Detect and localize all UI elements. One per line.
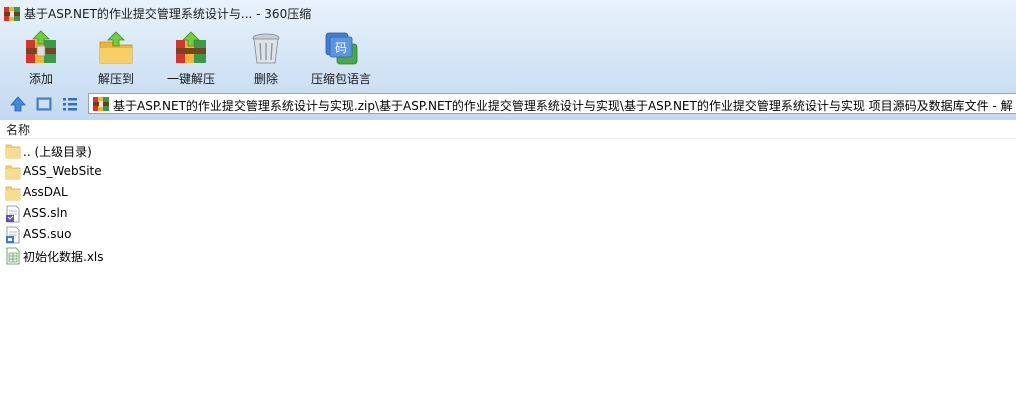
one-click-extract-button[interactable]: 一键解压 <box>155 26 227 90</box>
delete-button-label: 删除 <box>253 72 278 86</box>
archive-icon <box>93 97 109 111</box>
archive-language-button[interactable]: 码 压缩包语言 <box>305 26 377 90</box>
list-view-icon[interactable] <box>61 95 79 113</box>
extract-to-button-label: 解压到 <box>97 72 134 86</box>
archive-language-button-label: 压缩包语言 <box>310 72 371 86</box>
toolbar: 添加 解压到 一键解压 删除 码 压缩包语言 <box>0 26 1016 90</box>
folder-icon <box>5 165 21 180</box>
list-item-parent-directory[interactable]: .. (上级目录) <box>0 140 300 161</box>
folder-icon <box>5 144 21 159</box>
list-item-folder[interactable]: ASS_WebSite <box>0 161 300 182</box>
extract-to-button[interactable]: 解压到 <box>80 26 152 90</box>
folder-icon <box>5 186 21 201</box>
list-item-file[interactable]: ASS.sln <box>0 203 300 224</box>
svg-text:码: 码 <box>335 41 347 55</box>
extract-to-icon <box>99 31 133 64</box>
list-item-file[interactable]: 初始化数据.xls <box>0 245 300 266</box>
column-header-label: 名称 <box>6 123 31 137</box>
solution-file-icon <box>6 205 20 223</box>
suo-file-icon <box>6 226 20 244</box>
list-item-name: ASS_WebSite <box>23 164 102 178</box>
delete-icon <box>252 33 280 64</box>
list-item-name: AssDAL <box>23 185 68 199</box>
add-button[interactable]: 添加 <box>5 26 77 90</box>
delete-button[interactable]: 删除 <box>230 26 302 90</box>
list-item-folder[interactable]: AssDAL <box>0 182 300 203</box>
list-item-name: .. (上级目录) <box>23 145 92 159</box>
list-item-file[interactable]: ASS.suo <box>0 224 300 245</box>
address-path: 基于ASP.NET的作业提交管理系统设计与实现.zip\基于ASP.NET的作业… <box>113 99 1013 113</box>
list-item-name: ASS.sln <box>23 206 68 220</box>
archive-app-icon <box>4 7 20 21</box>
list-item-name: 初始化数据.xls <box>23 250 104 264</box>
add-archive-icon <box>26 30 56 63</box>
file-list: 名称 .. (上级目录) ASS_WebSite AssDAL ASS.sln <box>0 120 1016 410</box>
archive-language-icon: 码 <box>325 32 358 65</box>
spreadsheet-file-icon <box>6 247 20 265</box>
one-click-extract-icon <box>176 31 206 63</box>
up-arrow-icon[interactable] <box>9 95 27 113</box>
title-bar: 基于ASP.NET的作业提交管理系统设计与... - 360压缩 <box>0 0 1016 26</box>
list-item-name: ASS.suo <box>23 227 72 241</box>
navigation-bar: 基于ASP.NET的作业提交管理系统设计与实现.zip\基于ASP.NET的作业… <box>0 92 1016 116</box>
column-header-name[interactable]: 名称 <box>0 120 1016 139</box>
window-title: 基于ASP.NET的作业提交管理系统设计与... - 360压缩 <box>24 7 312 21</box>
large-icon-view-icon[interactable] <box>35 95 53 113</box>
window-chrome: 基于ASP.NET的作业提交管理系统设计与... - 360压缩 添加 解压到 … <box>0 0 1016 120</box>
address-bar[interactable]: 基于ASP.NET的作业提交管理系统设计与实现.zip\基于ASP.NET的作业… <box>88 93 1016 114</box>
one-click-extract-button-label: 一键解压 <box>166 72 215 86</box>
add-button-label: 添加 <box>28 72 53 86</box>
